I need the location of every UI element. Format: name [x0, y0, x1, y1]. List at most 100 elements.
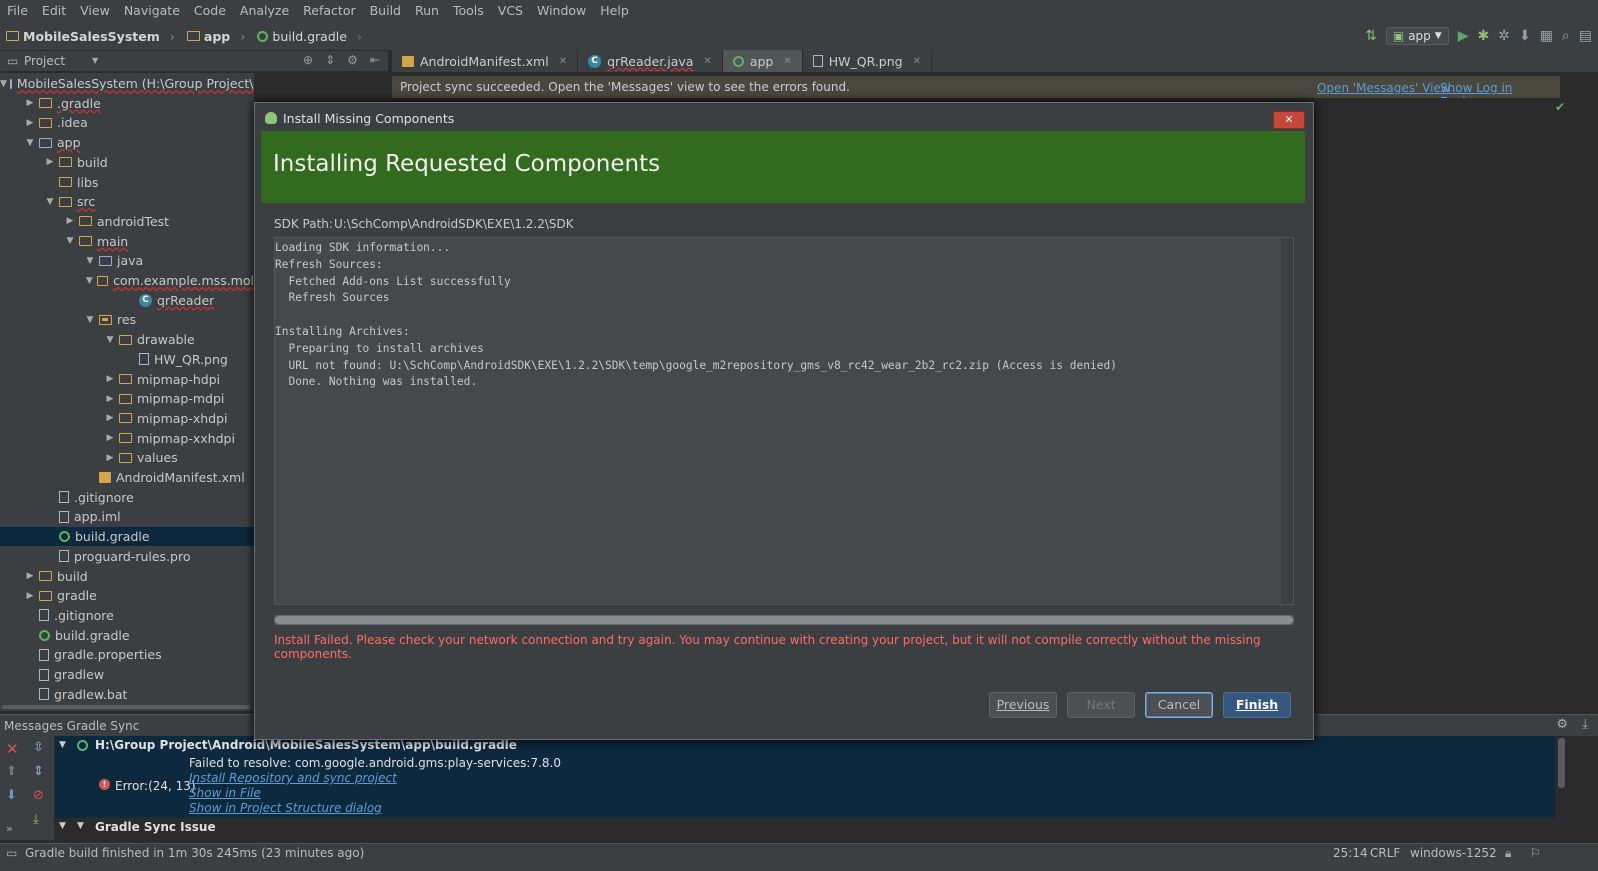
search-icon[interactable]: ⌕ — [1562, 28, 1570, 44]
expanded-arrow-icon[interactable]: ▼ — [104, 335, 116, 345]
error-message[interactable]: Failed to resolve: com.google.android.gm… — [189, 756, 561, 770]
tree-item[interactable]: gradlew — [0, 665, 254, 684]
tree-item[interactable]: ▶ values — [0, 448, 254, 467]
close-tab-icon[interactable]: ✕ — [913, 56, 921, 67]
tree-item[interactable]: AndroidManifest.xml — [0, 468, 254, 487]
close-button[interactable]: ✕ — [1273, 111, 1305, 129]
tree-item[interactable]: ▼ app — [0, 133, 254, 152]
tree-item[interactable]: ▼ res — [0, 310, 254, 329]
arrow-down-icon[interactable]: ⬇ — [6, 788, 17, 803]
tree-item[interactable]: ▶ mipmap-xxhdpi — [0, 429, 254, 448]
tree-horizontal-scrollbar[interactable] — [0, 703, 254, 711]
expanded-arrow-icon[interactable]: ▼ — [24, 138, 36, 148]
collapsed-arrow-icon[interactable]: ▶ — [24, 118, 36, 128]
collapsed-arrow-icon[interactable]: ▶ — [24, 591, 36, 601]
expanded-arrow-icon[interactable]: ▼ — [0, 79, 7, 89]
close-icon[interactable]: ✕ — [6, 740, 19, 758]
collapsed-arrow-icon[interactable]: ▶ — [104, 453, 116, 463]
expanded-arrow-icon[interactable]: ▼ — [84, 276, 94, 286]
collapse-all-icon[interactable]: ⇕ — [325, 53, 335, 67]
show-in-file-link[interactable]: Show in File — [189, 786, 261, 800]
hide-panel-icon[interactable]: ⤓ — [1582, 717, 1588, 732]
sdk-manager-icon[interactable]: ⬇ — [1519, 28, 1531, 44]
expanded-arrow-icon[interactable]: ▼ — [84, 256, 96, 266]
inspection-icon[interactable]: ⚐ — [1530, 846, 1541, 860]
breadcrumb-file[interactable]: build.gradle › — [251, 29, 368, 44]
tab-androidmanifest-xml[interactable]: AndroidManifest.xml ✕ — [392, 50, 579, 72]
close-tab-icon[interactable]: ✕ — [783, 56, 791, 67]
project-structure-icon[interactable]: ▦ — [1540, 28, 1553, 44]
tab-app[interactable]: app ✕ — [722, 50, 803, 72]
menu-item-file[interactable]: File — [0, 0, 35, 22]
tree-item[interactable]: ▶ build — [0, 153, 254, 172]
tree-item[interactable]: CqrReader — [0, 291, 254, 310]
next-button[interactable]: Next — [1067, 692, 1135, 718]
run-icon[interactable]: ▶ — [1458, 28, 1469, 44]
previous-button[interactable]: Previous — [989, 692, 1057, 718]
tree-item[interactable]: ▶ mipmap-hdpi — [0, 370, 254, 389]
log-scrollbar[interactable] — [1281, 238, 1293, 604]
menu-item-analyze[interactable]: Analyze — [233, 0, 296, 22]
breadcrumb-module[interactable]: app › — [181, 29, 252, 44]
tree-item[interactable]: proguard-rules.pro — [0, 547, 254, 566]
tree-item[interactable]: .gitignore — [0, 488, 254, 507]
tree-item[interactable]: gradle.properties — [0, 645, 254, 664]
tree-item[interactable]: ▶ androidTest — [0, 212, 254, 231]
tree-item[interactable]: gradlew.bat — [0, 685, 254, 703]
message-file-path[interactable]: H:\Group Project\Android\MobileSalesSyst… — [95, 738, 517, 752]
expand-arrow-icon[interactable]: ▼ — [59, 821, 66, 831]
messages-scrollbar[interactable] — [1556, 736, 1568, 840]
menu-item-window[interactable]: Window — [530, 0, 593, 22]
line-separator[interactable]: CRLF — [1370, 846, 1400, 860]
cancel-button[interactable]: Cancel — [1145, 692, 1213, 718]
chevron-down-icon[interactable]: ▼ — [92, 56, 98, 65]
tree-item[interactable]: ▶ mipmap-mdpi — [0, 389, 254, 408]
tree-item[interactable]: ▶ gradle — [0, 586, 254, 605]
collapse-all-icon[interactable]: ⇕ — [33, 764, 44, 779]
file-encoding[interactable]: windows-1252 — [1410, 846, 1497, 860]
collapsed-arrow-icon[interactable]: ▶ — [64, 216, 76, 226]
tree-item[interactable]: ▼ java — [0, 251, 254, 270]
tree-item[interactable]: app.iml — [0, 507, 254, 526]
show-project-structure-link[interactable]: Show in Project Structure dialog — [189, 801, 382, 815]
menu-item-edit[interactable]: Edit — [35, 0, 73, 22]
tree-item[interactable]: ▼ main — [0, 232, 254, 251]
menu-item-tools[interactable]: Tools — [446, 0, 491, 22]
hide-panel-icon[interactable]: ⇤ — [370, 53, 380, 67]
caret-position[interactable]: 25:14 — [1333, 846, 1368, 860]
tab-hw-qr-png[interactable]: HW_QR.png ✕ — [803, 50, 932, 72]
menu-item-code[interactable]: Code — [187, 0, 233, 22]
install-repository-link[interactable]: Install Repository and sync project — [189, 771, 397, 785]
collapsed-arrow-icon[interactable]: ▶ — [104, 374, 116, 384]
collapsed-arrow-icon[interactable]: ▶ — [104, 413, 116, 423]
gear-icon[interactable]: ⚙ — [347, 53, 358, 67]
menu-item-help[interactable]: Help — [593, 0, 636, 22]
tab-qrreader-java[interactable]: CqrReader.java ✕ — [578, 50, 723, 72]
tree-item[interactable]: ▼ com.example.mss.mol — [0, 271, 254, 290]
tree-item[interactable]: ▶ build — [0, 567, 254, 586]
expanded-arrow-icon[interactable]: ▼ — [44, 197, 56, 207]
gear-icon[interactable]: ⚙ — [1556, 717, 1568, 732]
sync-issue-group[interactable]: Gradle Sync Issue — [95, 820, 216, 834]
arrow-up-icon[interactable]: ⬆ — [6, 764, 17, 779]
collapsed-arrow-icon[interactable]: ▶ — [104, 394, 116, 404]
collapsed-arrow-icon[interactable]: ▶ — [24, 571, 36, 581]
tree-item[interactable]: ▶ .idea — [0, 113, 254, 132]
install-log[interactable]: Loading SDK information... Refresh Source… — [274, 237, 1294, 605]
attach-debugger-icon[interactable]: ✲ — [1498, 28, 1510, 44]
expanded-arrow-icon[interactable]: ▼ — [84, 315, 96, 325]
tree-item[interactable]: ▶ .gradle — [0, 94, 254, 113]
tree-item[interactable]: ▶ mipmap-xhdpi — [0, 409, 254, 428]
more-icon[interactable]: » — [6, 822, 13, 835]
project-view-selector[interactable]: Project — [24, 54, 65, 68]
sync-gradle-icon[interactable]: ⇅ — [1365, 28, 1377, 44]
finish-button[interactable]: Finish — [1223, 692, 1291, 718]
menu-item-build[interactable]: Build — [363, 0, 408, 22]
run-config-select[interactable]: ▣ app ▼ — [1385, 27, 1449, 45]
tree-item[interactable]: ▼ MobileSalesSystem (H:\Group Project\And… — [0, 74, 254, 93]
scroll-from-source-icon[interactable]: ⊕ — [303, 53, 313, 67]
menu-item-view[interactable]: View — [73, 0, 117, 22]
menu-item-refactor[interactable]: Refactor — [296, 0, 362, 22]
tree-item[interactable]: build.gradle — [0, 626, 254, 645]
status-panel-icon[interactable]: ▭ — [6, 846, 17, 860]
